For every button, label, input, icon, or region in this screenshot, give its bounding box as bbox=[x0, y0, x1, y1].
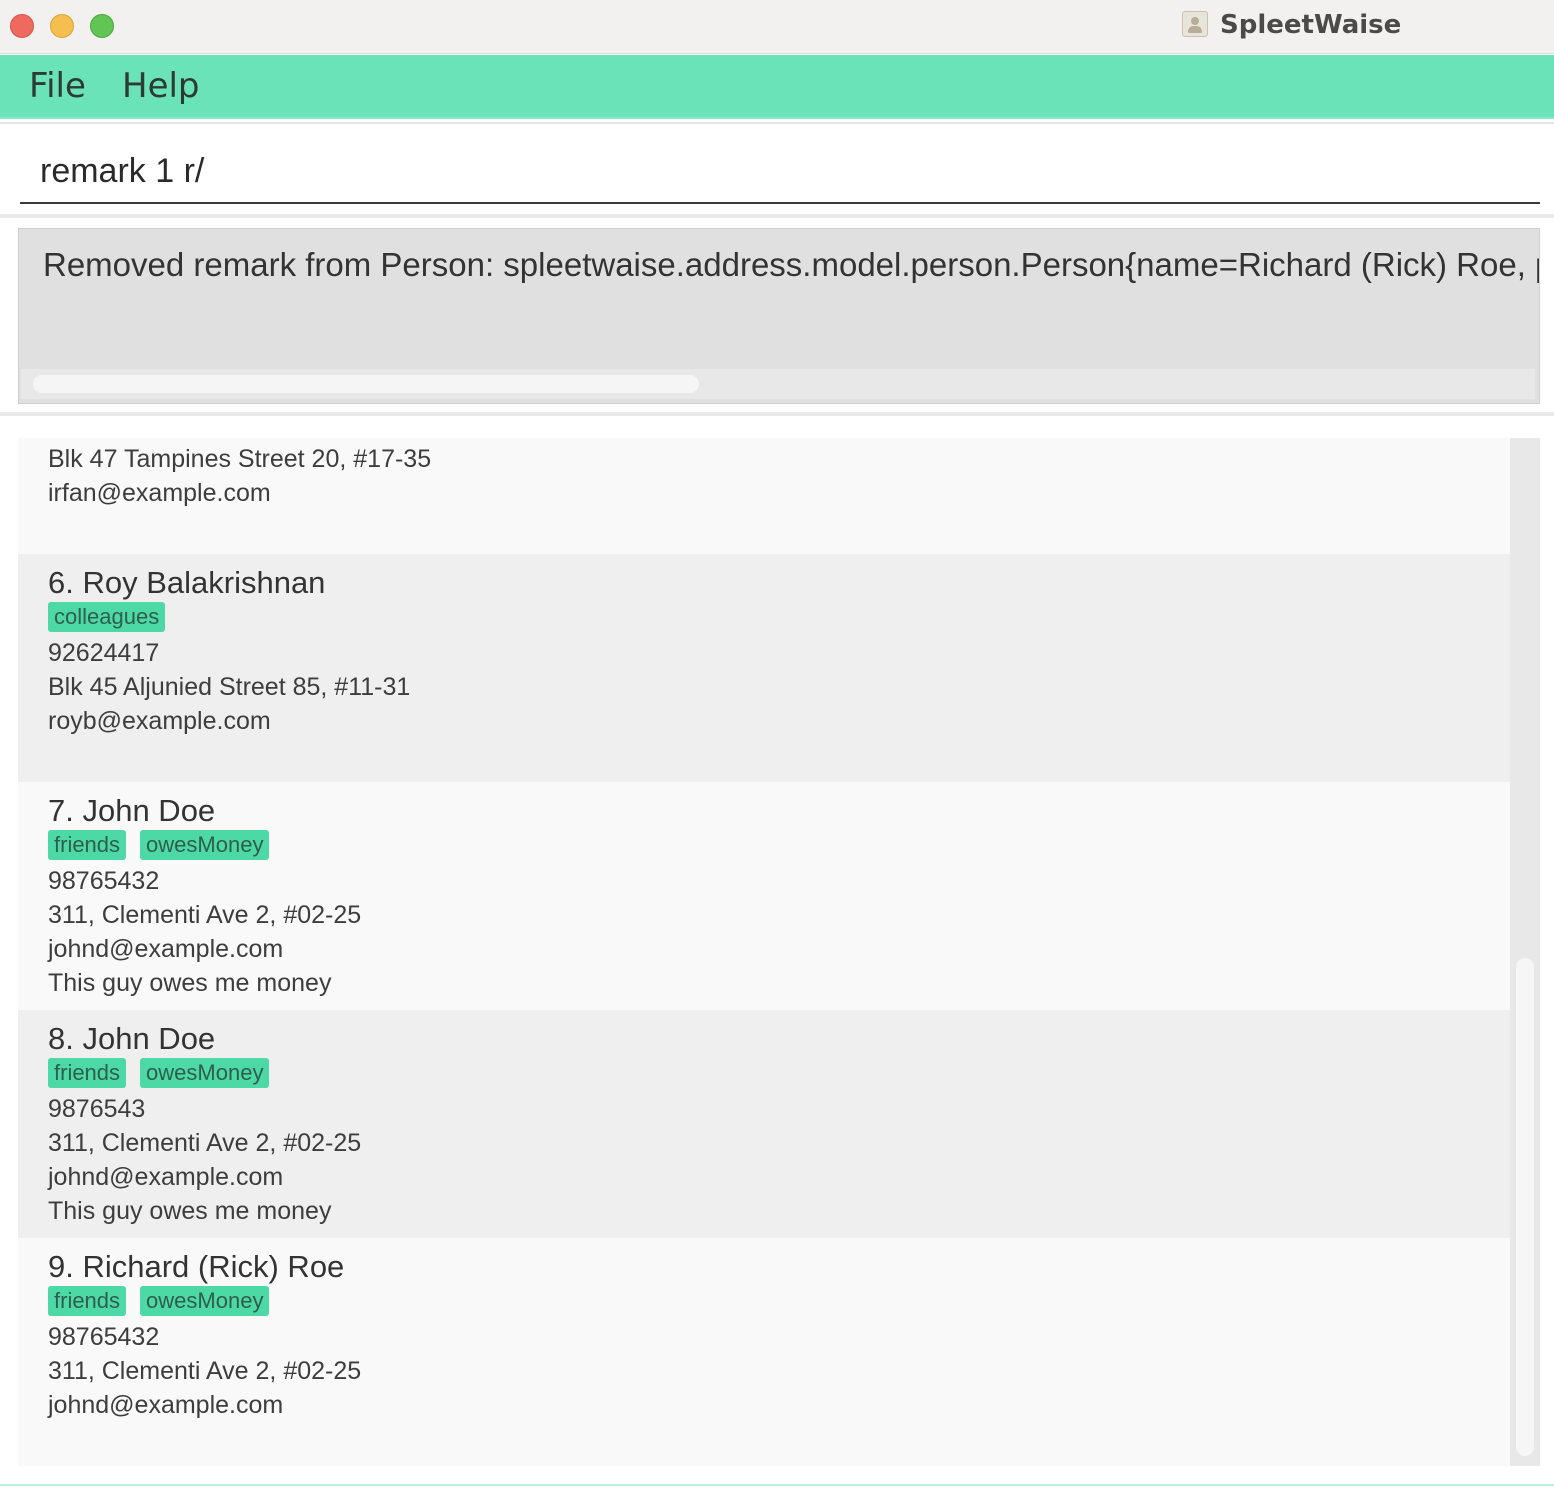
person-email: royb@example.com bbox=[48, 707, 271, 735]
person-email: irfan@example.com bbox=[48, 479, 271, 507]
menu-bar: File Help bbox=[0, 55, 1554, 119]
person-name: 7. John Doe bbox=[48, 793, 216, 828]
person-card[interactable]: 7. John Doe friends owesMoney 98765432 31… bbox=[18, 782, 1510, 1010]
person-name: 9. Richard (Rick) Roe bbox=[48, 1249, 345, 1284]
list-vertical-scrollbar[interactable] bbox=[1510, 438, 1540, 1466]
person-email: johnd@example.com bbox=[48, 1391, 284, 1419]
person-remark: This guy owes me money bbox=[48, 969, 332, 997]
tag: friends bbox=[48, 830, 127, 860]
close-window-button[interactable] bbox=[10, 14, 34, 38]
status-bar bbox=[0, 1484, 1554, 1494]
result-text: Removed remark from Person: spleetwaise.… bbox=[43, 246, 1539, 283]
divider bbox=[0, 214, 1554, 218]
person-card[interactable]: 9. Richard (Rick) Roe friends owesMoney 9… bbox=[18, 1238, 1510, 1466]
window-title: SpleetWaise bbox=[1220, 10, 1402, 40]
tag-list: friends owesMoney bbox=[48, 1286, 1510, 1320]
app-contacts-icon bbox=[1182, 11, 1208, 37]
zoom-window-button[interactable] bbox=[90, 14, 114, 38]
person-email: johnd@example.com bbox=[48, 935, 284, 963]
person-address: Blk 47 Tampines Street 20, #17-35 bbox=[48, 445, 432, 473]
result-horizontal-scrollbar[interactable] bbox=[21, 369, 1535, 399]
tag-list: colleagues bbox=[48, 602, 1510, 636]
person-name: 6. Roy Balakrishnan bbox=[48, 565, 326, 600]
title-bar: SpleetWaise bbox=[0, 0, 1554, 54]
tag-list: friends owesMoney bbox=[48, 1058, 1510, 1092]
tag: colleagues bbox=[48, 602, 166, 632]
person-phone: 92624417 bbox=[48, 639, 160, 667]
menu-file[interactable]: File bbox=[29, 65, 86, 107]
person-phone: 9876543 bbox=[48, 1095, 146, 1123]
tag: friends bbox=[48, 1286, 127, 1316]
command-box bbox=[0, 122, 1554, 216]
tag: owesMoney bbox=[140, 1058, 270, 1088]
person-remark: This guy owes me money bbox=[48, 1197, 332, 1225]
person-email: johnd@example.com bbox=[48, 1163, 284, 1191]
tag: owesMoney bbox=[140, 1286, 270, 1316]
person-card[interactable]: 6. Roy Balakrishnan colleagues 92624417 … bbox=[18, 554, 1510, 782]
person-card[interactable]: Blk 47 Tampines Street 20, #17-35 irfan@… bbox=[18, 438, 1510, 554]
person-address: 311, Clementi Ave 2, #02-25 bbox=[48, 1129, 362, 1157]
person-card[interactable]: 8. John Doe friends owesMoney 9876543 311… bbox=[18, 1010, 1510, 1238]
person-name: 8. John Doe bbox=[48, 1021, 216, 1056]
command-input[interactable] bbox=[20, 140, 1540, 204]
result-display: Removed remark from Person: spleetwaise.… bbox=[18, 228, 1540, 404]
person-address: 311, Clementi Ave 2, #02-25 bbox=[48, 901, 362, 929]
person-list: Blk 47 Tampines Street 20, #17-35 irfan@… bbox=[18, 438, 1540, 1466]
tag-list: friends owesMoney bbox=[48, 830, 1510, 864]
person-phone: 98765432 bbox=[48, 1323, 160, 1351]
person-address: 311, Clementi Ave 2, #02-25 bbox=[48, 1357, 362, 1385]
divider bbox=[0, 412, 1554, 416]
list-scroll-thumb[interactable] bbox=[1516, 958, 1534, 1456]
menu-help[interactable]: Help bbox=[122, 65, 200, 107]
result-scroll-thumb[interactable] bbox=[33, 375, 699, 393]
tag: friends bbox=[48, 1058, 127, 1088]
tag: owesMoney bbox=[140, 830, 270, 860]
minimize-window-button[interactable] bbox=[50, 14, 74, 38]
person-address: Blk 45 Aljunied Street 85, #11-31 bbox=[48, 673, 411, 701]
person-phone: 98765432 bbox=[48, 867, 160, 895]
